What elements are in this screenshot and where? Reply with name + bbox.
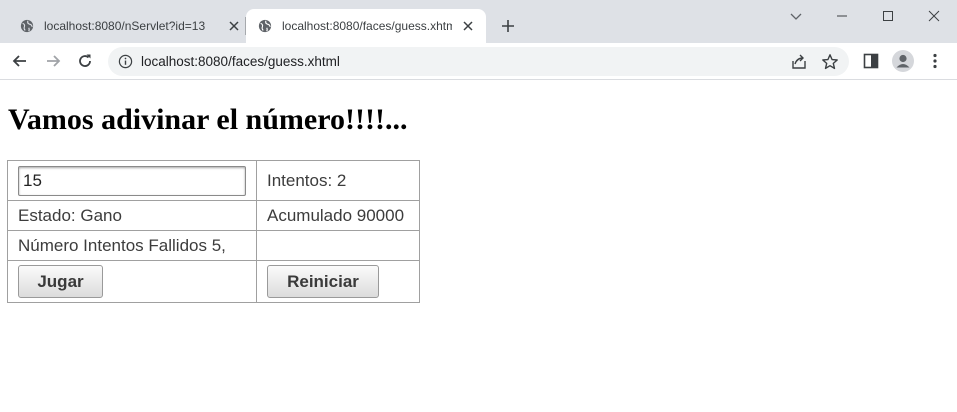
table-row: Jugar Reiniciar — [7, 260, 420, 303]
star-icon[interactable] — [821, 53, 839, 71]
forward-arrow-icon[interactable] — [43, 51, 63, 71]
table-row: Estado: Gano Acumulado 90000 — [7, 200, 420, 231]
intentos-text: Intentos: 2 — [256, 160, 420, 201]
close-icon[interactable] — [226, 18, 242, 34]
kebab-menu-icon[interactable] — [926, 52, 944, 70]
back-arrow-icon[interactable] — [10, 51, 30, 71]
guess-cell — [7, 160, 257, 201]
profile-icon[interactable] — [892, 50, 914, 72]
tab-strip: localhost:8080/nServlet?id=13 localhost:… — [0, 0, 957, 43]
table-row: Número Intentos Fallidos 5, — [7, 230, 420, 261]
plus-icon[interactable] — [498, 16, 518, 36]
tab-title: localhost:8080/nServlet?id=13 — [44, 19, 206, 33]
chevron-down-icon[interactable] — [786, 6, 806, 26]
page-content: Vamos adivinar el número!!!!... Intentos… — [0, 81, 957, 412]
minimize-icon[interactable] — [832, 6, 852, 26]
window-close-icon[interactable] — [924, 6, 944, 26]
globe-icon — [20, 19, 34, 33]
estado-text: Estado: Gano — [7, 200, 257, 231]
game-table: Intentos: 2 Estado: Gano Acumulado 90000… — [7, 160, 420, 303]
tab-guess[interactable]: localhost:8080/faces/guess.xhtml — [246, 9, 486, 43]
maximize-icon[interactable] — [878, 6, 898, 26]
acumulado-text: Acumulado 90000 — [256, 200, 420, 231]
address-bar[interactable]: localhost:8080/faces/guess.xhtml — [108, 47, 849, 76]
info-icon[interactable] — [118, 54, 133, 69]
jugar-button[interactable]: Jugar — [18, 265, 103, 298]
page-title: Vamos adivinar el número!!!!... — [8, 103, 408, 136]
reload-icon[interactable] — [75, 51, 95, 71]
guess-input[interactable] — [18, 165, 246, 196]
reiniciar-cell: Reiniciar — [256, 260, 420, 303]
tab-nservlet[interactable]: localhost:8080/nServlet?id=13 — [8, 9, 246, 43]
fallidos-text: Número Intentos Fallidos 5, — [7, 230, 257, 261]
url-text: localhost:8080/faces/guess.xhtml — [141, 54, 340, 69]
close-icon[interactable] — [460, 18, 476, 34]
reiniciar-button[interactable]: Reiniciar — [267, 265, 379, 298]
table-row: Intentos: 2 — [7, 160, 420, 201]
share-icon[interactable] — [790, 53, 808, 71]
globe-icon — [258, 19, 272, 33]
tab-title: localhost:8080/faces/guess.xhtml — [282, 19, 452, 33]
side-panel-icon[interactable] — [862, 52, 880, 70]
empty-cell — [256, 230, 420, 261]
browser-toolbar: localhost:8080/faces/guess.xhtml — [0, 43, 957, 80]
jugar-cell: Jugar — [7, 260, 257, 303]
